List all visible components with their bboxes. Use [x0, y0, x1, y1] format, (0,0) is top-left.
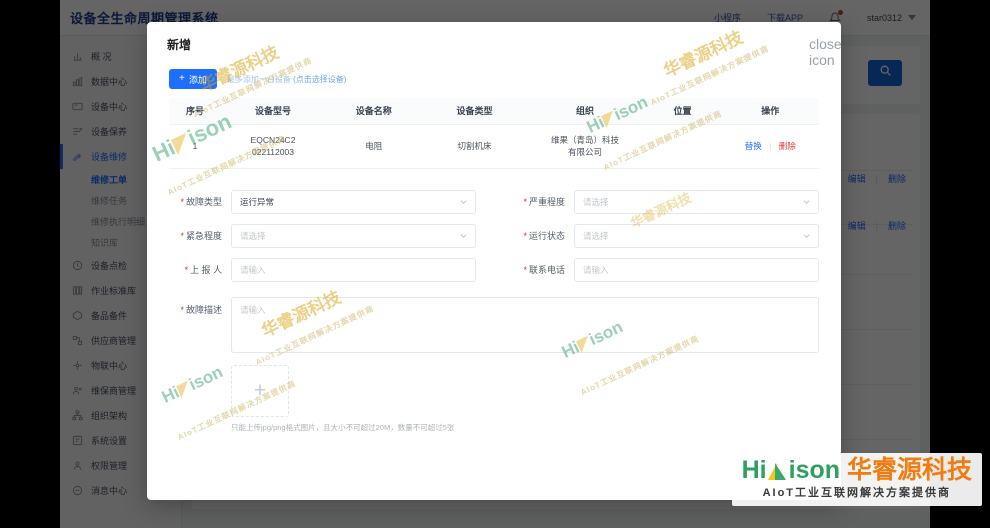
column-name: 设备名称 — [325, 98, 423, 125]
add-repair-order-dialog: 新增 close-icon + 添加 最多添加一台设备 (点击选择设备) 序号 — [147, 22, 841, 500]
column-action: 操作 — [721, 98, 819, 125]
plus-icon: + — [179, 73, 185, 84]
logo-triangle-icon — [767, 461, 788, 481]
dialog-body: + 添加 最多添加一台设备 (点击选择设备) 序号 设备型号 设备名称 设备类型… — [147, 66, 841, 433]
org-line-2: 有限公司 — [567, 147, 602, 157]
fault-type-select[interactable]: 运行异常 — [231, 189, 476, 214]
replace-link[interactable]: 替换 — [745, 141, 762, 151]
cell-name: 电阻 — [325, 124, 423, 169]
logo-hi: Hi — [741, 455, 767, 484]
running-status-placeholder: 请选择 — [583, 230, 609, 241]
required-mark: * — [184, 265, 188, 275]
table-header-row: 序号 设备型号 设备名称 设备类型 组织 位置 操作 — [169, 98, 819, 125]
repair-form: * 故障类型 运行异常 * 严重程度 请选择 * 紧急程度 请选择 * 运行状态… — [169, 185, 819, 353]
dialog-title: 新增 — [167, 37, 192, 52]
column-org: 组织 — [526, 98, 644, 125]
hivison-logo: Hi ison 华睿源科技 AIoT工业互联网解决方案提供商 — [731, 452, 982, 506]
logo-cn: 华睿源科技 — [846, 455, 972, 484]
field-contact-phone: * 联系电话 请输入 — [512, 253, 819, 287]
field-urgency: * 紧急程度 请选择 — [169, 219, 476, 253]
urgency-select[interactable]: 请选择 — [231, 223, 476, 248]
field-label: * 运行状态 — [523, 231, 565, 241]
field-severity: * 严重程度 请选择 — [512, 185, 819, 219]
contact-phone-placeholder: 请输入 — [583, 264, 609, 275]
selected-devices-table: 序号 设备型号 设备名称 设备类型 组织 位置 操作 1 EQCN24C2 02… — [169, 98, 819, 169]
cell-type: 切割机床 — [422, 124, 527, 169]
column-model: 设备型号 — [221, 98, 325, 125]
required-mark: * — [523, 265, 527, 275]
field-label: * 联系电话 — [523, 265, 565, 275]
column-location: 位置 — [643, 98, 722, 125]
add-hint-link[interactable]: (点击选择设备) — [293, 75, 346, 84]
field-label: * 上 报 人 — [184, 265, 222, 275]
upload-button[interactable]: + — [231, 364, 289, 417]
add-device-row: + 添加 最多添加一台设备 (点击选择设备) — [169, 66, 819, 92]
column-type: 设备类型 — [422, 98, 527, 125]
field-label: * 故障类型 — [180, 197, 222, 207]
contact-phone-input[interactable]: 请输入 — [574, 257, 819, 282]
screen: 设备全生命周期管理系统 小程序 下载APP star0312 概 况 数据中心 … — [0, 0, 990, 528]
chevron-down-icon — [803, 199, 810, 204]
add-device-button[interactable]: + 添加 — [169, 69, 217, 89]
model-line-2: 022112003 — [252, 147, 294, 157]
required-mark: * — [180, 197, 184, 207]
field-fault-type: * 故障类型 运行异常 — [169, 185, 476, 219]
chevron-down-icon — [460, 233, 467, 238]
running-status-select[interactable]: 请选择 — [574, 223, 819, 248]
field-label: * 紧急程度 — [180, 231, 222, 241]
table-row: 1 EQCN24C2 022112003 电阻 切割机床 维果（青岛）科技 有限… — [169, 124, 819, 169]
field-label: * 严重程度 — [523, 197, 565, 207]
severity-select[interactable]: 请选择 — [574, 189, 819, 214]
field-running-status: * 运行状态 请选择 — [512, 219, 819, 253]
chevron-down-icon — [460, 199, 467, 204]
add-hint-text: 最多添加一台设备 — [226, 74, 291, 84]
required-mark: * — [523, 197, 527, 207]
reporter-placeholder: 请输入 — [240, 264, 266, 275]
required-mark: * — [523, 231, 527, 241]
fault-type-value: 运行异常 — [240, 196, 275, 207]
urgency-placeholder: 请选择 — [240, 230, 266, 241]
field-label: * 故障描述 — [180, 304, 222, 315]
fault-description-textarea[interactable]: 请输入 — [231, 296, 819, 353]
delete-link[interactable]: 删除 — [779, 141, 796, 151]
cell-index: 1 — [169, 124, 221, 169]
logo-wordmark: Hi ison 华睿源科技 — [742, 457, 972, 483]
field-fault-description: * 故障描述 请输入 — [169, 296, 819, 353]
model-line-1: EQCN24C2 — [250, 134, 296, 145]
required-mark: * — [180, 231, 184, 241]
upload-tip: 只能上传jpg/png格式图片，且大小不可超过20M，数量不可超过5张 — [231, 422, 455, 432]
org-line-1: 维果（青岛）科技 — [550, 134, 619, 145]
cell-model: EQCN24C2 022112003 — [221, 124, 325, 169]
reporter-input[interactable]: 请输入 — [231, 257, 476, 282]
upload-section: + 只能上传jpg/png格式图片，且大小不可超过20M，数量不可超过5张 — [231, 364, 819, 433]
cell-location — [643, 124, 722, 169]
dialog-header: 新增 close-icon — [147, 22, 841, 68]
add-device-label: 添加 — [188, 74, 207, 85]
column-index: 序号 — [169, 98, 221, 125]
plus-icon: + — [253, 379, 267, 402]
fault-description-placeholder: 请输入 — [240, 304, 266, 315]
cell-action: 替换 | 删除 — [721, 124, 819, 169]
chevron-down-icon — [803, 233, 810, 238]
cell-org: 维果（青岛）科技 有限公司 — [526, 124, 644, 169]
logo-tagline: AIoT工业互联网解决方案提供商 — [762, 487, 952, 499]
close-icon[interactable]: close-icon — [809, 36, 841, 68]
severity-placeholder: 请选择 — [583, 196, 609, 207]
field-reporter: * 上 报 人 请输入 — [169, 253, 476, 287]
required-mark: * — [180, 304, 184, 315]
logo-ison: ison — [788, 455, 841, 484]
add-device-hint: 最多添加一台设备 (点击选择设备) — [227, 74, 347, 85]
